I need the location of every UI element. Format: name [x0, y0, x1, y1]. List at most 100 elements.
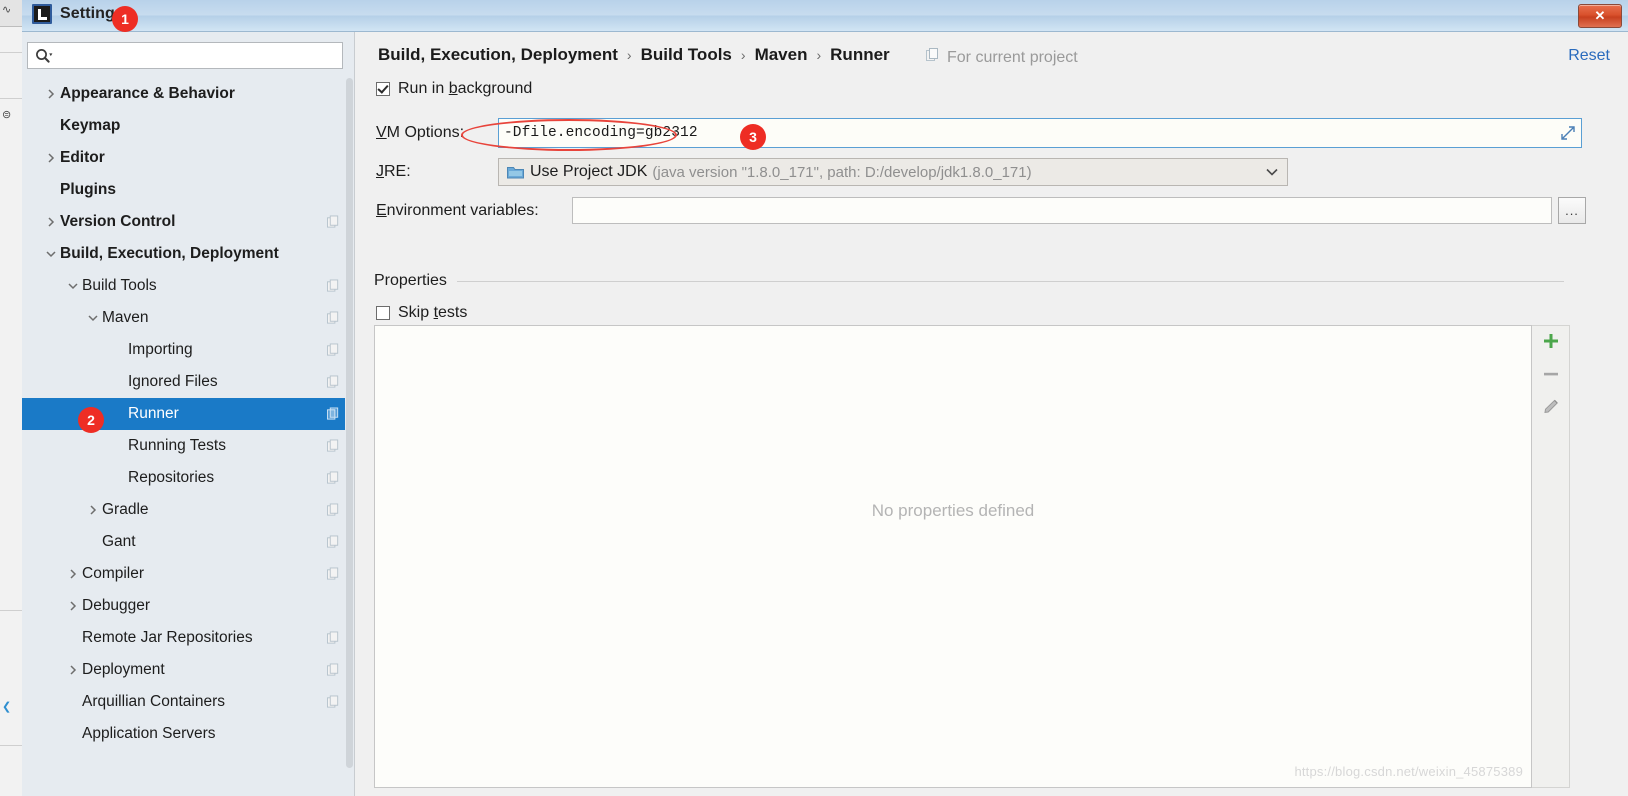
- sidebar-item-compiler[interactable]: Compiler: [22, 558, 354, 590]
- watermark-text: https://blog.csdn.net/weixin_45875389: [1294, 764, 1523, 779]
- sidebar-item-appearance-behavior[interactable]: Appearance & Behavior: [22, 78, 354, 110]
- sidebar-item-gradle[interactable]: Gradle: [22, 494, 354, 526]
- sidebar-item-label: Plugins: [60, 181, 116, 198]
- annotation-badge-3: 3: [740, 124, 766, 150]
- copy-icon: [327, 375, 340, 389]
- sidebar-item-importing[interactable]: Importing: [22, 334, 354, 366]
- copy-icon: [327, 535, 340, 549]
- chevron-right-icon[interactable]: [42, 78, 60, 110]
- sidebar-item-build-tools[interactable]: Build Tools: [22, 270, 354, 302]
- sidebar-item-deployment[interactable]: Deployment: [22, 654, 354, 686]
- titlebar-left-group: Settings: [32, 4, 124, 24]
- jre-value-sub: (java version "1.8.0_171", path: D:/deve…: [652, 163, 1032, 181]
- sidebar-item-ignored-files[interactable]: Ignored Files: [22, 366, 354, 398]
- copy-icon: [926, 48, 940, 67]
- jre-value-main: Use Project JDK: [530, 163, 648, 180]
- dialog-body: Appearance & Behavior Keymap Editor Plugins…: [22, 32, 1628, 796]
- chevron-down-icon[interactable]: [84, 302, 102, 334]
- sidebar-item-keymap[interactable]: Keymap: [22, 110, 354, 142]
- sidebar-item-plugins[interactable]: Plugins: [22, 174, 354, 206]
- chevron-right-icon[interactable]: [64, 590, 82, 622]
- run-in-background-row[interactable]: Run in background: [376, 80, 532, 98]
- sidebar-item-remote-jar-repositories[interactable]: Remote Jar Repositories: [22, 622, 354, 654]
- copy-icon: [327, 343, 340, 357]
- edit-property-button[interactable]: [1532, 392, 1569, 425]
- sidebar-item-label: Debugger: [82, 597, 151, 614]
- chevron-down-icon[interactable]: [42, 238, 60, 270]
- chevron-right-icon[interactable]: [42, 142, 60, 174]
- sidebar-item-label: Deployment: [82, 661, 165, 678]
- skip-tests-row[interactable]: Skip tests: [376, 304, 467, 322]
- breadcrumb-separator: ›: [740, 47, 746, 63]
- breadcrumb-crumb[interactable]: Build, Execution, Deployment: [378, 45, 618, 65]
- breadcrumb-crumb[interactable]: Maven: [755, 45, 808, 65]
- properties-toolbar: [1532, 325, 1570, 788]
- breadcrumb: Build, Execution, Deployment › Build Tools…: [378, 45, 890, 65]
- sidebar-item-repositories[interactable]: Repositories: [22, 462, 354, 494]
- jre-combobox[interactable]: Use Project JDK (java version "1.8.0_171…: [498, 158, 1288, 186]
- sidebar-item-label: Maven: [102, 309, 149, 326]
- ide-backdrop-divider: [0, 745, 22, 746]
- sidebar-item-application-servers[interactable]: Application Servers: [22, 718, 354, 750]
- folder-icon: [507, 165, 530, 179]
- dialog-titlebar: Settings ✕: [22, 0, 1628, 32]
- reset-link[interactable]: Reset: [1568, 47, 1610, 65]
- vm-options-input[interactable]: -Dfile.encoding=gb2312: [498, 118, 1582, 148]
- sidebar-item-gant[interactable]: Gant: [22, 526, 354, 558]
- run-in-background-checkbox[interactable]: [376, 82, 390, 96]
- sidebar-item-build-execution-deployment[interactable]: Build, Execution, Deployment: [22, 238, 354, 270]
- chevron-right-icon[interactable]: [64, 558, 82, 590]
- sidebar-item-runner[interactable]: Runner: [22, 398, 354, 430]
- sidebar-item-label: Gant: [102, 533, 136, 550]
- sidebar-item-label: Build Tools: [82, 277, 157, 294]
- sidebar-scrollbar[interactable]: [345, 78, 354, 796]
- sidebar-item-version-control[interactable]: Version Control: [22, 206, 354, 238]
- copy-icon: [327, 631, 340, 645]
- copy-icon: [327, 407, 340, 421]
- plus-icon: [1542, 332, 1560, 354]
- add-property-button[interactable]: [1532, 326, 1569, 359]
- sidebar-item-label: Compiler: [82, 565, 145, 582]
- sidebar-item-label: Application Servers: [82, 725, 216, 742]
- annotation-badge-2: 2: [78, 407, 104, 433]
- sidebar-item-editor[interactable]: Editor: [22, 142, 354, 174]
- environment-variables-browse-button[interactable]: ...: [1558, 197, 1586, 224]
- jre-row: JRE: Use Project JDK (java version "1.8.…: [376, 158, 1586, 188]
- settings-tree: Appearance & Behavior Keymap Editor Plugins…: [22, 78, 354, 796]
- search-box[interactable]: [27, 42, 343, 69]
- jre-label: JRE:: [376, 163, 411, 180]
- annotation-badge-1: 1: [112, 6, 138, 32]
- chevron-down-icon[interactable]: [1265, 164, 1279, 181]
- sidebar-item-arquillian-containers[interactable]: Arquillian Containers: [22, 686, 354, 718]
- copy-icon: [327, 279, 340, 293]
- sidebar-item-debugger[interactable]: Debugger: [22, 590, 354, 622]
- chevron-right-icon[interactable]: [64, 654, 82, 686]
- chevron-right-icon[interactable]: [42, 206, 60, 238]
- chevron-right-icon[interactable]: [84, 494, 102, 526]
- environment-variables-input[interactable]: [572, 197, 1552, 224]
- chevron-down-icon[interactable]: [64, 270, 82, 302]
- properties-empty-message: No properties defined: [871, 501, 1035, 520]
- close-button[interactable]: ✕: [1578, 4, 1622, 28]
- breadcrumb-crumb[interactable]: Build Tools: [641, 45, 732, 65]
- search-input[interactable]: [59, 46, 342, 65]
- scope-label: For current project: [947, 48, 1078, 66]
- ide-backdrop-divider: [0, 98, 22, 99]
- sidebar-scrollbar-thumb[interactable]: [346, 78, 353, 768]
- sidebar-item-label: Build, Execution, Deployment: [60, 245, 279, 262]
- sidebar-item-label: Arquillian Containers: [82, 693, 226, 710]
- copy-icon: [327, 695, 340, 709]
- properties-list[interactable]: No properties defined https://blog.csdn.…: [374, 325, 1532, 788]
- sidebar-item-maven[interactable]: Maven: [22, 302, 354, 334]
- expand-icon[interactable]: [1561, 126, 1575, 140]
- skip-tests-checkbox[interactable]: [376, 306, 390, 320]
- sidebar-item-label: Ignored Files: [128, 373, 218, 390]
- settings-sidebar: Appearance & Behavior Keymap Editor Plugins…: [22, 32, 355, 796]
- breadcrumb-crumb[interactable]: Runner: [830, 45, 890, 65]
- remove-property-button[interactable]: [1532, 359, 1569, 392]
- sidebar-item-running-tests[interactable]: Running Tests: [22, 430, 354, 462]
